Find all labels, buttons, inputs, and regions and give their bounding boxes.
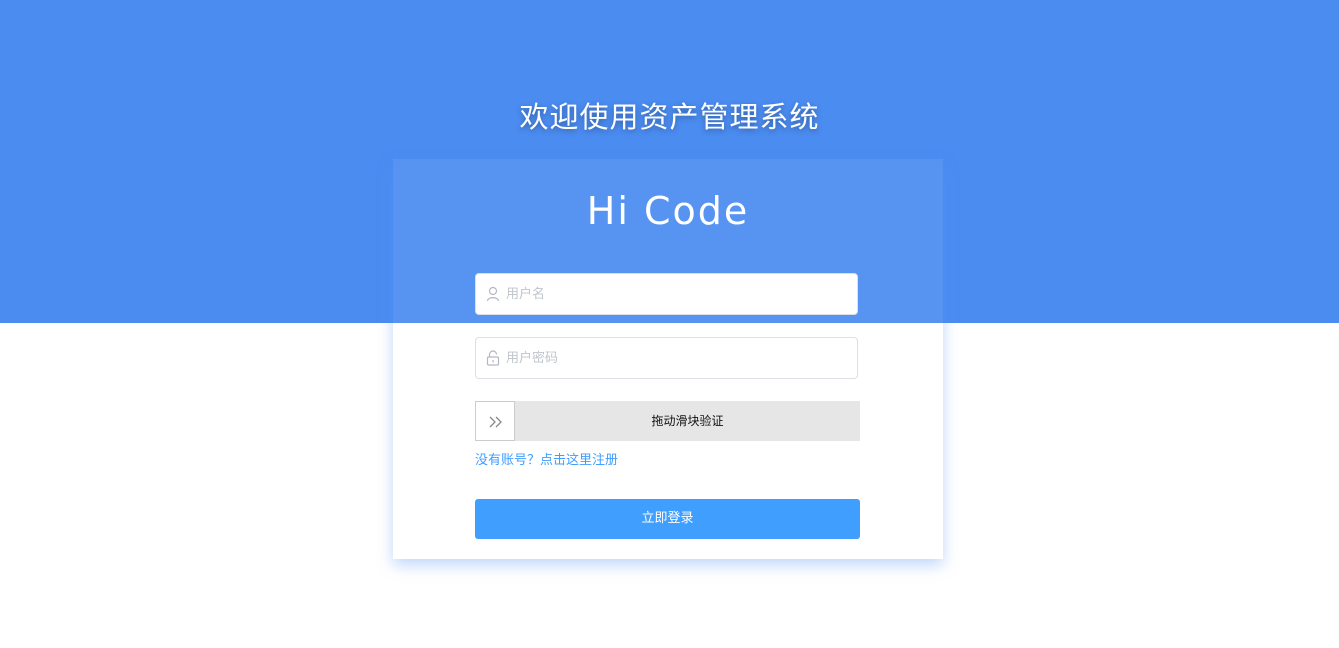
username-input[interactable] [506,274,846,314]
slider-label: 拖动滑块验证 [651,414,724,428]
username-field[interactable] [475,273,858,315]
double-chevron-right-icon [489,416,502,428]
register-link[interactable]: 没有账号？点击这里注册 [475,449,618,468]
password-field[interactable] [475,337,858,379]
page-title: 欢迎使用资产管理系统 [519,100,820,134]
lock-icon [486,350,500,366]
login-button[interactable]: 立即登录 [475,499,860,539]
user-icon [486,286,500,302]
login-card: Hi Code 拖动滑块验证 没有账号？点击这里注册 [393,159,943,559]
password-input[interactable] [506,338,846,378]
brand-logo-text: Hi Code [586,189,750,233]
slider-captcha: 拖动滑块验证 [475,401,860,441]
slider-handle[interactable] [475,401,515,441]
